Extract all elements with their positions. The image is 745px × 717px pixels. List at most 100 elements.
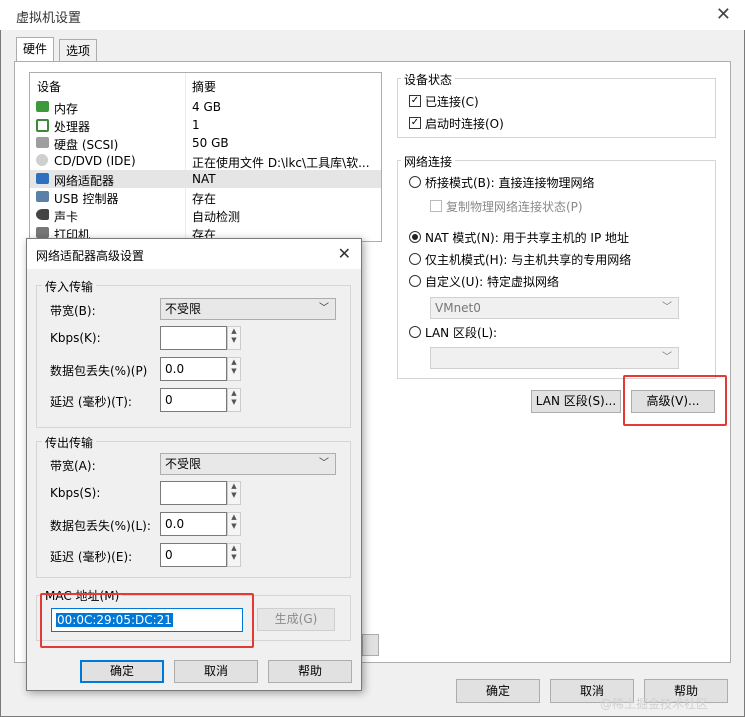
device-row-processor[interactable]: 处理器 1 [30, 116, 381, 134]
in-latency-input[interactable]: 0 [160, 388, 227, 412]
out-kbps-input[interactable] [160, 481, 227, 505]
device-summary: 自动检测 [192, 210, 241, 224]
lan-segment-label: LAN 区段(L): [425, 326, 498, 340]
chevron-down-icon: ﹀ [319, 458, 329, 469]
harddisk-icon [36, 137, 49, 148]
generate-button[interactable]: 生成(G) [257, 608, 335, 631]
in-latency-label: 延迟 (毫秒)(T): [50, 395, 132, 409]
outgoing-label: 传出传输 [42, 434, 97, 451]
custom-label: 自定义(U): 特定虚拟网络 [425, 275, 560, 289]
device-summary: 存在 [192, 192, 217, 206]
highlight-box-mac [40, 593, 254, 648]
out-bandwidth-value: 不受限 [165, 457, 202, 471]
in-kbps-input[interactable] [160, 326, 227, 350]
device-list[interactable]: 设备 摘要 内存 4 GB 处理器 1 硬盘 (SCSI) 50 GB CD/D… [29, 72, 382, 242]
add-button-partial[interactable] [362, 634, 379, 656]
bridged-radio[interactable] [409, 176, 421, 188]
device-name: CD/DVD (IDE) [54, 154, 136, 168]
nat-radio[interactable] [409, 231, 421, 243]
ok-button[interactable]: 确定 [456, 679, 540, 703]
out-latency-spinner[interactable]: ▲ ▼ [227, 543, 241, 567]
device-name: 处理器 [54, 120, 91, 134]
close-icon[interactable]: ✕ [716, 4, 731, 25]
nat-label: NAT 模式(N): 用于共享主机的 IP 地址 [425, 231, 630, 245]
device-name: 声卡 [54, 210, 79, 224]
host-only-radio[interactable] [409, 253, 421, 265]
device-name: 硬盘 (SCSI) [54, 138, 119, 152]
network-adapter-icon [36, 173, 49, 184]
device-summary: NAT [192, 172, 216, 186]
column-header-device[interactable]: 设备 [37, 78, 61, 95]
highlight-box-advanced [623, 375, 727, 426]
out-kbps-label: Kbps(S): [50, 486, 101, 500]
device-row-memory[interactable]: 内存 4 GB [30, 98, 381, 116]
device-name: 网络适配器 [54, 174, 115, 188]
in-loss-input[interactable]: 0.0 [160, 357, 227, 381]
device-row-usb[interactable]: USB 控制器 存在 [30, 188, 381, 206]
in-bandwidth-value: 不受限 [165, 302, 202, 316]
device-row-cdrom[interactable]: CD/DVD (IDE) 正在使用文件 D:\lkc\工具库\软... [30, 152, 381, 170]
in-latency-spinner[interactable]: ▲ ▼ [227, 388, 241, 412]
connected-label: 已连接(C) [425, 95, 479, 109]
replicate-checkbox[interactable] [430, 200, 442, 212]
device-summary: 50 GB [192, 136, 229, 150]
lan-segments-button[interactable]: LAN 区段(S)... [531, 390, 621, 413]
title-bar: 虚拟机设置 ✕ [0, 0, 745, 30]
out-latency-label: 延迟 (毫秒)(E): [50, 550, 133, 564]
in-kbps-spinner[interactable]: ▲ ▼ [227, 326, 241, 350]
chevron-down-icon: ﹀ [662, 302, 672, 313]
chevron-down-icon: ﹀ [319, 303, 329, 314]
host-only-label: 仅主机模式(H): 与主机共享的专用网络 [425, 253, 632, 267]
device-row-sound[interactable]: 声卡 自动检测 [30, 206, 381, 224]
in-bandwidth-label: 带宽(B): [50, 304, 96, 318]
out-loss-spinner[interactable]: ▲ ▼ [227, 512, 241, 536]
device-name: USB 控制器 [54, 192, 119, 206]
device-summary: 1 [192, 118, 200, 132]
bridged-label: 桥接模式(B): 直接连接物理网络 [425, 176, 595, 190]
custom-network-value: VMnet0 [435, 301, 481, 315]
tab-options[interactable]: 选项 [59, 39, 98, 62]
out-kbps-spinner[interactable]: ▲ ▼ [227, 481, 241, 505]
lan-segment-select[interactable]: ﹀ [430, 347, 679, 369]
cpu-icon [36, 119, 49, 132]
out-bandwidth-select[interactable]: 不受限 ﹀ [160, 453, 336, 475]
lan-segment-radio[interactable] [409, 326, 421, 338]
dialog-help-button[interactable]: 帮助 [268, 660, 352, 683]
device-name: 内存 [54, 102, 79, 116]
cdrom-icon [36, 154, 48, 166]
connect-at-power-on-label: 启动时连接(O) [425, 117, 504, 131]
advanced-settings-dialog: 网络适配器高级设置 ✕ 传入传输 带宽(B): 不受限 ﹀ Kbps(K): ▲… [26, 238, 362, 691]
printer-icon [36, 227, 49, 238]
device-row-network-adapter[interactable]: 网络适配器 NAT [30, 170, 381, 188]
dialog-ok-button[interactable]: 确定 [80, 660, 164, 683]
device-summary: 正在使用文件 D:\lkc\工具库\软... [192, 156, 370, 170]
connected-checkbox[interactable]: ✓ [409, 95, 421, 107]
network-connection-label: 网络连接 [401, 153, 456, 170]
connect-at-power-on-checkbox[interactable]: ✓ [409, 117, 421, 129]
custom-radio[interactable] [409, 275, 421, 287]
watermark: @稀土掘金技术社区 [600, 697, 709, 711]
dialog-cancel-button[interactable]: 取消 [174, 660, 258, 683]
in-loss-label: 数据包丢失(%)(P) [50, 364, 148, 378]
usb-icon [36, 191, 49, 202]
out-bandwidth-label: 带宽(A): [50, 459, 96, 473]
dialog-title: 网络适配器高级设置 [36, 249, 145, 263]
dialog-close-icon[interactable]: ✕ [338, 244, 351, 263]
device-summary: 4 GB [192, 100, 221, 114]
chevron-down-icon: ﹀ [662, 352, 672, 363]
replicate-label: 复制物理网络连接状态(P) [446, 200, 583, 214]
memory-icon [36, 101, 49, 112]
in-loss-spinner[interactable]: ▲ ▼ [227, 357, 241, 381]
in-bandwidth-select[interactable]: 不受限 ﹀ [160, 298, 336, 320]
sound-icon [36, 209, 49, 220]
device-status-label: 设备状态 [401, 71, 456, 88]
window-title: 虚拟机设置 [16, 11, 82, 26]
device-row-harddisk[interactable]: 硬盘 (SCSI) 50 GB [30, 134, 381, 152]
out-latency-input[interactable]: 0 [160, 543, 227, 567]
incoming-label: 传入传输 [42, 278, 97, 295]
out-loss-label: 数据包丢失(%)(L): [50, 519, 151, 533]
out-loss-input[interactable]: 0.0 [160, 512, 227, 536]
tab-hardware[interactable]: 硬件 [16, 37, 55, 63]
column-header-summary[interactable]: 摘要 [192, 78, 216, 95]
custom-network-select[interactable]: VMnet0 ﹀ [430, 297, 679, 319]
